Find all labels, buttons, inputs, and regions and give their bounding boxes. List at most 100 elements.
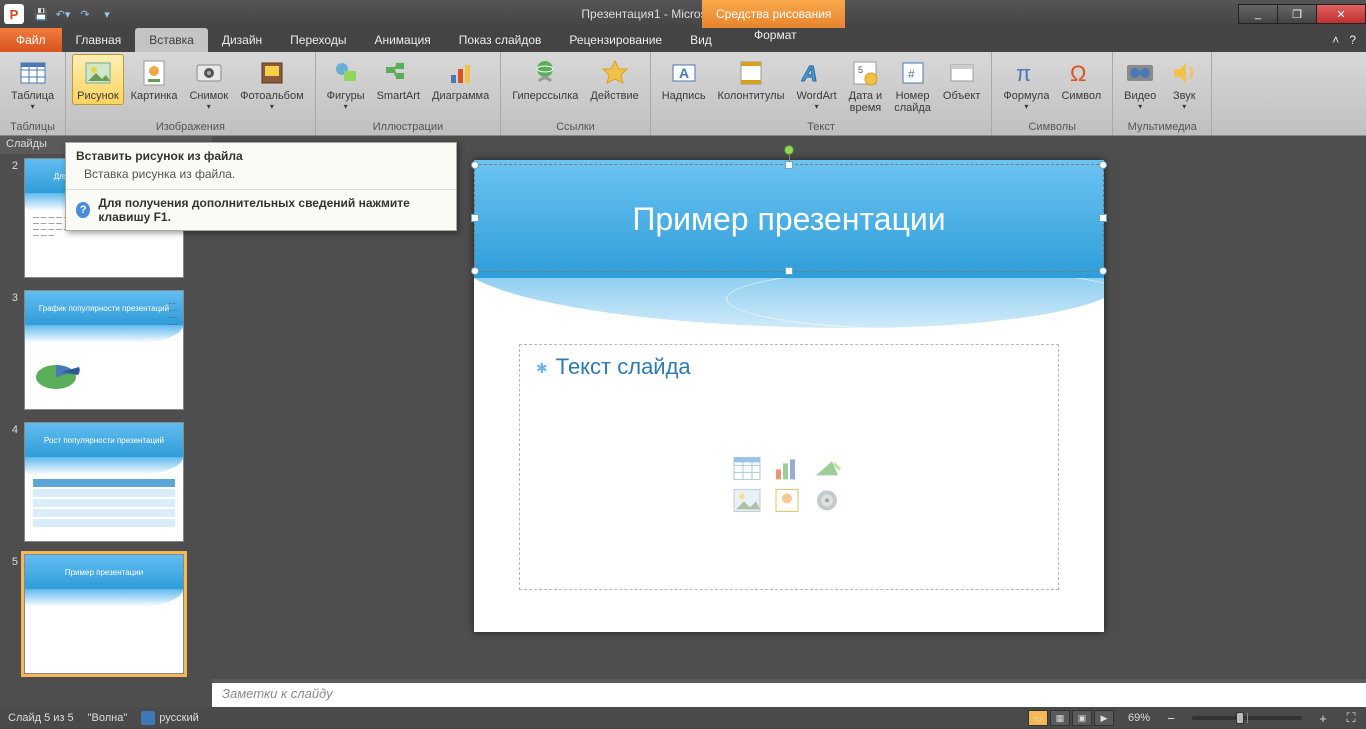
hyperlink-icon: [529, 57, 561, 89]
tab-slideshow[interactable]: Показ слайдов: [445, 28, 556, 52]
video-icon: [1124, 57, 1156, 89]
slide-wave-decoration: [474, 278, 1104, 338]
tab-transitions[interactable]: Переходы: [276, 28, 360, 52]
textbox-button[interactable]: A Надпись: [657, 54, 711, 105]
photoalbum-button[interactable]: Фотоальбом ▾: [235, 54, 309, 114]
symbol-button[interactable]: Ω Символ: [1056, 54, 1106, 105]
svg-text:π: π: [1016, 61, 1031, 86]
group-symbols: π Формула ▾ Ω Символ Символы: [992, 52, 1113, 135]
undo-icon[interactable]: ↶▾: [54, 5, 72, 23]
table-icon: [17, 57, 49, 89]
insert-media-icon[interactable]: [812, 487, 842, 513]
close-button[interactable]: ✕: [1316, 4, 1366, 24]
insert-clipart-icon[interactable]: [772, 487, 802, 513]
zoom-percentage[interactable]: 69%: [1128, 712, 1150, 724]
slidenum-icon: #: [897, 57, 929, 89]
status-language[interactable]: русский: [141, 711, 198, 725]
notes-pane[interactable]: Заметки к слайду: [212, 679, 1366, 707]
tab-review[interactable]: Рецензирование: [555, 28, 676, 52]
slidenum-button[interactable]: # Номер слайда: [889, 54, 936, 117]
zoom-out-button[interactable]: −: [1164, 711, 1178, 726]
ribbon-tabs: Файл Главная Вставка Дизайн Переходы Ани…: [0, 28, 1366, 52]
zoom-thumb[interactable]: [1236, 712, 1244, 724]
insert-chart-icon[interactable]: [772, 455, 802, 481]
headerfooter-icon: [735, 57, 767, 89]
selection-box[interactable]: [474, 164, 1104, 272]
tab-design[interactable]: Дизайн: [208, 28, 276, 52]
resize-handle-nw[interactable]: [471, 161, 479, 169]
slideshow-view-button[interactable]: ▶: [1094, 710, 1114, 726]
resize-handle-e[interactable]: [1099, 214, 1107, 222]
zoom-slider[interactable]: [1192, 716, 1302, 720]
resize-handle-sw[interactable]: [471, 267, 479, 275]
wordart-button[interactable]: A WordArt ▾: [792, 54, 842, 114]
status-slide-info: Слайд 5 из 5: [8, 712, 74, 724]
thumb-number: 2: [6, 158, 18, 278]
slide-thumb-3[interactable]: График популярности презентаций ▪ —▪ —▪ …: [24, 290, 184, 410]
zoom-in-button[interactable]: +: [1316, 711, 1330, 726]
wordart-icon: A: [801, 57, 833, 89]
minimize-button[interactable]: _: [1238, 4, 1278, 24]
tab-file[interactable]: Файл: [0, 28, 62, 52]
insert-smartart-icon[interactable]: [812, 455, 842, 481]
tooltip-footer: Для получения дополнительных сведений на…: [98, 196, 446, 224]
table-button[interactable]: Таблица ▾: [6, 54, 59, 114]
help-icon[interactable]: ?: [1349, 33, 1356, 47]
svg-text:Ω: Ω: [1070, 61, 1086, 86]
content-placeholder[interactable]: ✱Текст слайда: [519, 344, 1059, 590]
slide-thumb-5[interactable]: Пример презентации: [24, 554, 184, 674]
textbox-icon: A: [668, 57, 700, 89]
qat-customize-icon[interactable]: ▾: [98, 5, 116, 23]
normal-view-button[interactable]: ▭: [1028, 710, 1048, 726]
resize-handle-w[interactable]: [471, 214, 479, 222]
object-button[interactable]: Объект: [938, 54, 985, 105]
tab-animation[interactable]: Анимация: [360, 28, 444, 52]
resize-handle-s[interactable]: [785, 267, 793, 275]
language-icon: [141, 711, 155, 725]
smartart-icon: [382, 57, 414, 89]
resize-handle-se[interactable]: [1099, 267, 1107, 275]
reading-view-button[interactable]: ▣: [1072, 710, 1092, 726]
ribbon-minimize-icon[interactable]: ˄: [1332, 33, 1339, 47]
equation-button[interactable]: π Формула ▾: [998, 54, 1054, 114]
status-bar: Слайд 5 из 5 "Волна" русский ▭ ▦ ▣ ▶ 69%…: [0, 707, 1366, 729]
slide-thumb-4[interactable]: Рост популярности презентаций: [24, 422, 184, 542]
fit-to-window-button[interactable]: ⛶: [1344, 710, 1358, 726]
help-info-icon: ?: [76, 202, 90, 218]
svg-text:A: A: [679, 65, 689, 81]
screenshot-button[interactable]: Снимок ▾: [184, 54, 233, 114]
picture-icon: [82, 57, 114, 89]
group-links: Гиперссылка Действие Ссылки: [501, 52, 651, 135]
sorter-view-button[interactable]: ▦: [1050, 710, 1070, 726]
content-insert-icons: [732, 455, 846, 513]
rotate-handle[interactable]: [784, 145, 794, 155]
hyperlink-button[interactable]: Гиперссылка: [507, 54, 583, 105]
chart-button[interactable]: Диаграмма: [427, 54, 494, 105]
chart-icon: [445, 57, 477, 89]
quick-access-toolbar: 💾 ↶▾ ↷ ▾: [32, 5, 116, 23]
shapes-button[interactable]: Фигуры ▾: [322, 54, 370, 114]
insert-picture-icon[interactable]: [732, 487, 762, 513]
tab-view[interactable]: Вид: [676, 28, 726, 52]
svg-text:A: A: [801, 61, 820, 86]
powerpoint-app-icon: P: [4, 4, 24, 24]
headerfooter-button[interactable]: Колонтитулы: [713, 54, 790, 105]
save-icon[interactable]: 💾: [32, 5, 50, 23]
resize-handle-ne[interactable]: [1099, 161, 1107, 169]
video-button[interactable]: Видео ▾: [1119, 54, 1161, 114]
tab-format[interactable]: Формат: [740, 28, 811, 42]
symbol-icon: Ω: [1065, 57, 1097, 89]
datetime-button[interactable]: 5 Дата и время: [844, 54, 888, 117]
resize-handle-n[interactable]: [785, 161, 793, 169]
picture-button[interactable]: Рисунок: [72, 54, 124, 105]
action-button[interactable]: Действие: [585, 54, 643, 105]
insert-table-icon[interactable]: [732, 455, 762, 481]
ribbon-insert: Таблица ▾ Таблицы Рисунок Картинка Снимо…: [0, 52, 1366, 136]
clipart-button[interactable]: Картинка: [126, 54, 183, 105]
audio-button[interactable]: Звук ▾: [1163, 54, 1205, 114]
redo-icon[interactable]: ↷: [76, 5, 94, 23]
tab-home[interactable]: Главная: [62, 28, 136, 52]
maximize-button[interactable]: ❐: [1277, 4, 1317, 24]
smartart-button[interactable]: SmartArt: [372, 54, 425, 105]
tab-insert[interactable]: Вставка: [135, 28, 208, 52]
